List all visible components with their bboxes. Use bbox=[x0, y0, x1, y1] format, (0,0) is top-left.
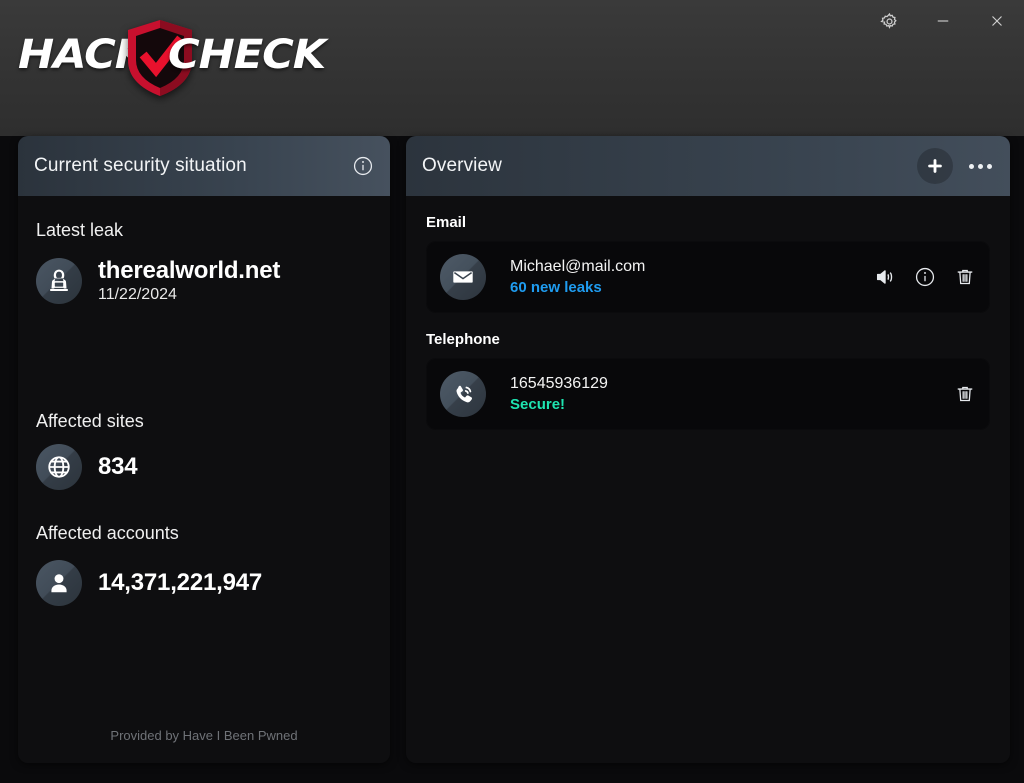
left-panel-header: Current security situation bbox=[18, 136, 390, 196]
globe-icon bbox=[36, 444, 82, 490]
left-panel-body: Latest leak therealworld.net 11/22/2024 … bbox=[18, 196, 390, 763]
phone-icon bbox=[440, 371, 486, 417]
status-badge: Secure! bbox=[510, 396, 566, 413]
list-item[interactable]: Michael@mail.com 60 new leaks bbox=[426, 241, 990, 313]
title-bar: HACK CHECK bbox=[0, 0, 1024, 136]
latest-leak-site: therealworld.net bbox=[98, 257, 281, 284]
hacker-icon bbox=[36, 257, 82, 304]
entry-title: 16545936129 bbox=[510, 375, 608, 392]
list-item[interactable]: 16545936129 Secure! bbox=[426, 358, 990, 430]
entry-actions bbox=[874, 266, 976, 288]
affected-accounts-block: Affected accounts 14,371,221,947 bbox=[18, 523, 390, 606]
info-icon[interactable] bbox=[914, 266, 936, 288]
page-title: Current security situation bbox=[34, 155, 247, 176]
latest-leak-label: Latest leak bbox=[36, 220, 124, 240]
overview-panel: Overview Email Michael@mail.com 60 new l… bbox=[406, 136, 1010, 763]
window-controls bbox=[870, 4, 1016, 38]
section-label-email: Email bbox=[426, 214, 467, 231]
envelope-icon bbox=[440, 254, 486, 300]
settings-gear-icon[interactable] bbox=[870, 4, 908, 38]
right-panel-header: Overview bbox=[406, 136, 1010, 196]
overview-title: Overview bbox=[422, 155, 502, 176]
info-icon[interactable] bbox=[352, 155, 374, 177]
latest-leak-block: Latest leak therealworld.net 11/22/2024 bbox=[18, 220, 390, 304]
close-icon[interactable] bbox=[978, 4, 1016, 38]
affected-accounts-value: 14,371,221,947 bbox=[98, 569, 263, 596]
affected-accounts-row: 14,371,221,947 bbox=[36, 560, 372, 606]
more-options-icon[interactable] bbox=[967, 158, 994, 175]
add-entry-button[interactable] bbox=[917, 148, 953, 184]
affected-sites-label: Affected sites bbox=[36, 411, 144, 431]
overview-body: Email Michael@mail.com 60 new leaks Tele… bbox=[406, 196, 1010, 763]
person-icon bbox=[36, 560, 82, 606]
speaker-icon[interactable] bbox=[874, 266, 896, 288]
affected-sites-block: Affected sites 834 bbox=[18, 411, 390, 490]
telephone-section: Telephone 16545936129 Secure! bbox=[406, 331, 1010, 430]
latest-leak-row: therealworld.net 11/22/2024 bbox=[36, 257, 372, 304]
trash-icon[interactable] bbox=[954, 383, 976, 405]
affected-sites-value: 834 bbox=[98, 453, 138, 480]
section-label-telephone: Telephone bbox=[426, 331, 500, 348]
entry-title: Michael@mail.com bbox=[510, 258, 646, 275]
trash-icon[interactable] bbox=[954, 266, 976, 288]
affected-accounts-label: Affected accounts bbox=[36, 523, 179, 543]
logo-text-check: CHECK bbox=[168, 32, 326, 78]
data-source-credit: Provided by Have I Been Pwned bbox=[110, 728, 298, 743]
email-section: Email Michael@mail.com 60 new leaks bbox=[406, 214, 1010, 313]
latest-leak-date: 11/22/2024 bbox=[98, 286, 177, 303]
affected-sites-row: 834 bbox=[36, 444, 372, 490]
current-security-situation-panel: Current security situation Latest leak t… bbox=[18, 136, 390, 763]
status-badge: 60 new leaks bbox=[510, 279, 602, 296]
app-logo: HACK CHECK bbox=[16, 18, 336, 96]
minimize-icon[interactable] bbox=[924, 4, 962, 38]
entry-actions bbox=[954, 383, 976, 405]
